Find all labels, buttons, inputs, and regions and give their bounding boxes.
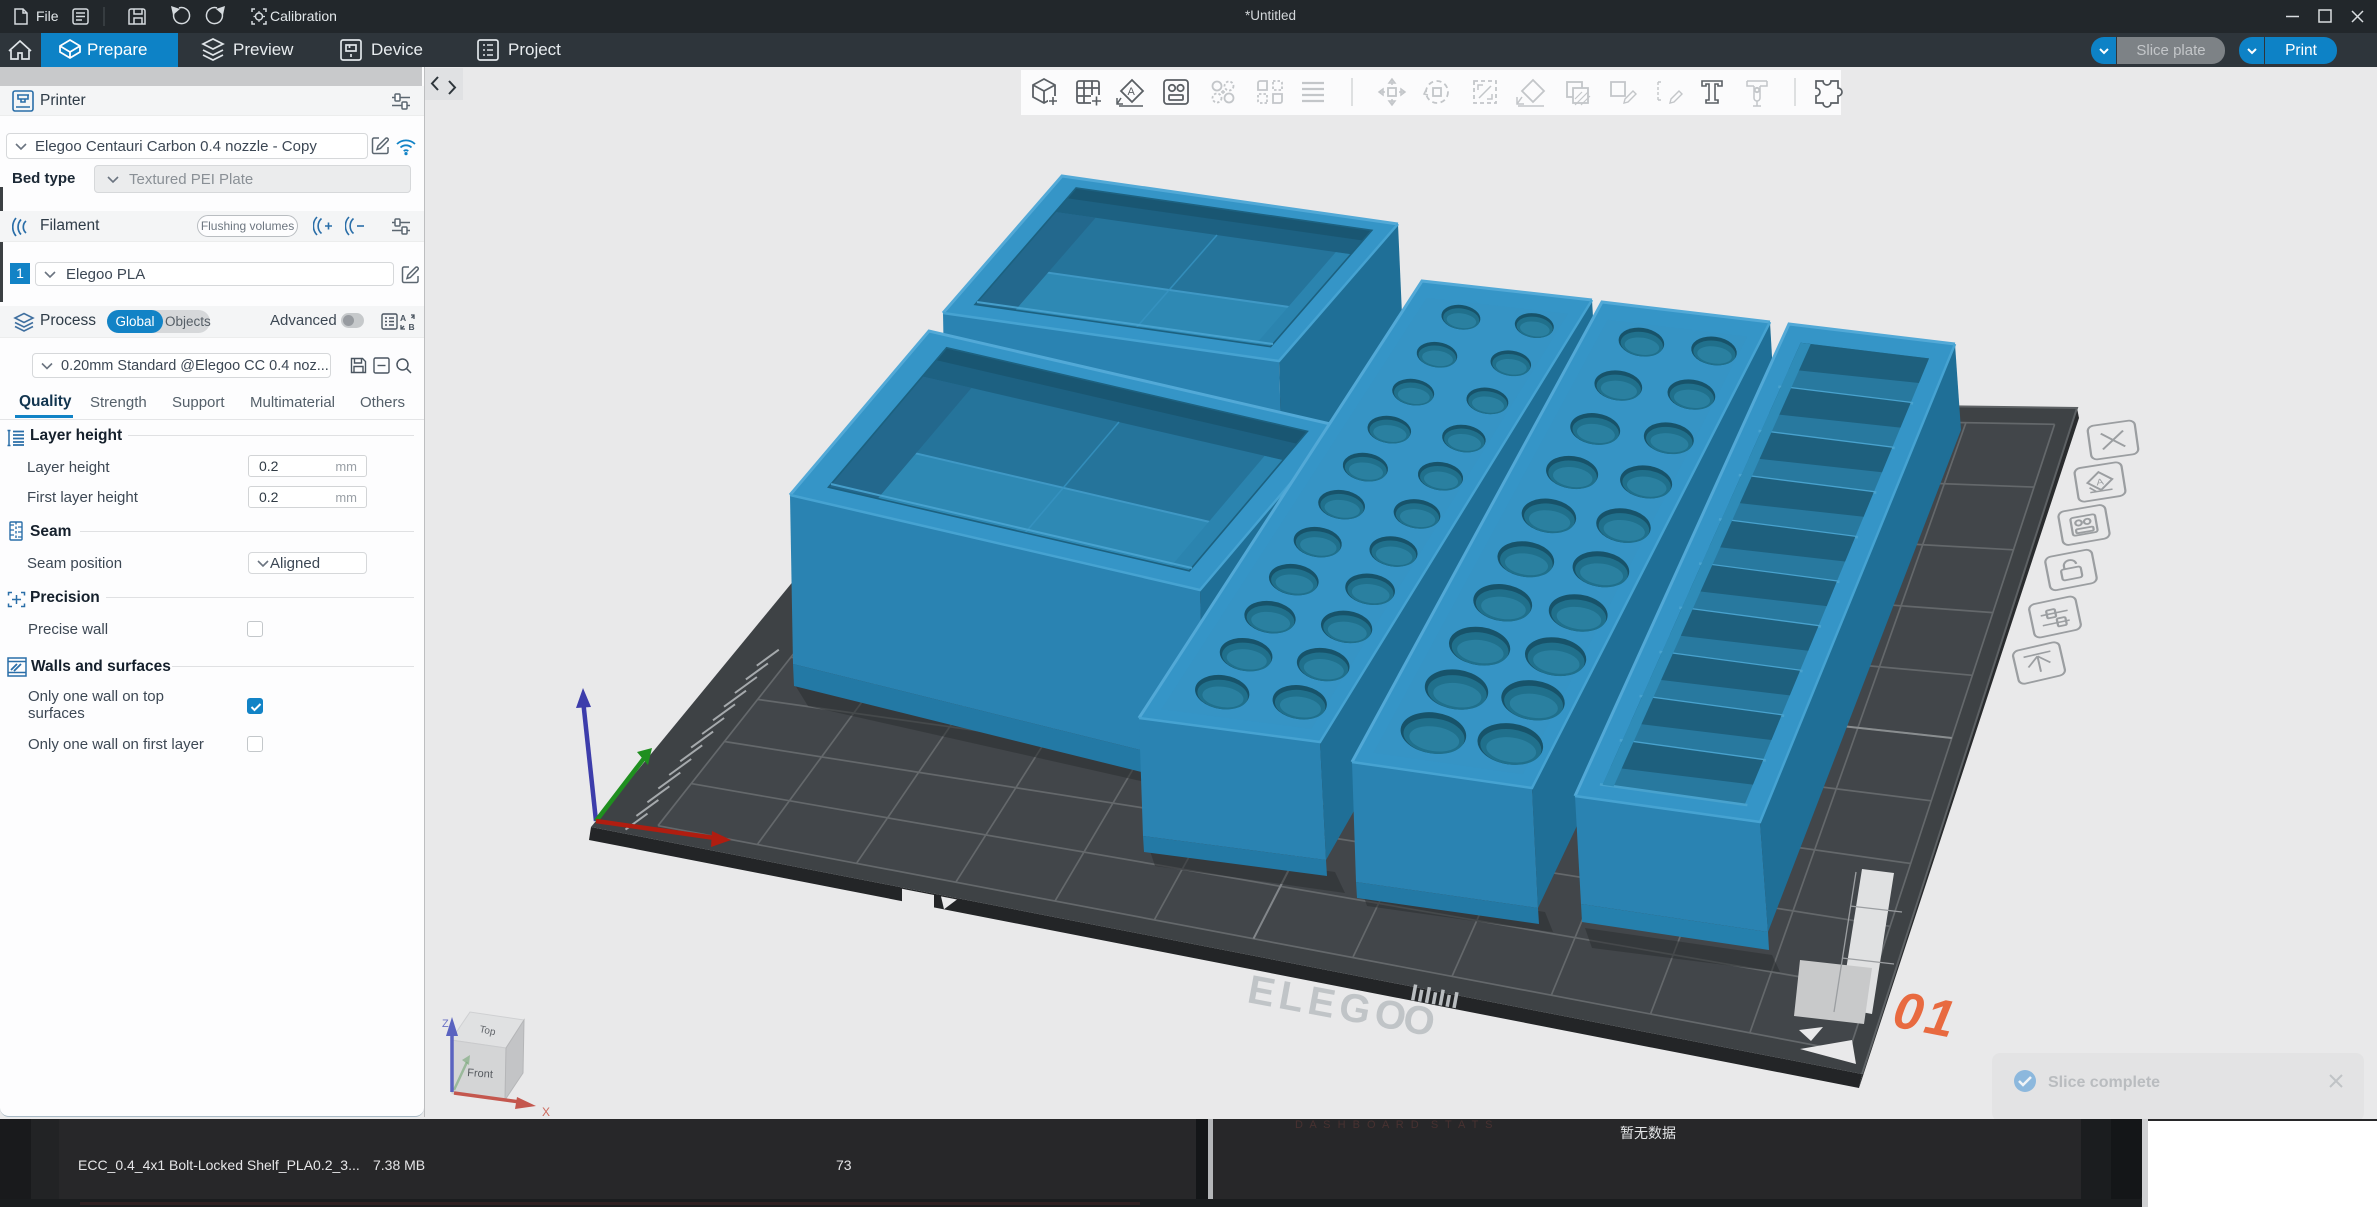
svg-text:01: 01 <box>1889 981 1963 1050</box>
svg-text:X: X <box>542 1105 550 1119</box>
svg-text:Z: Z <box>442 1018 449 1030</box>
svg-text:Front: Front <box>467 1067 493 1081</box>
svg-text:B: B <box>409 322 415 331</box>
svg-text:Slice complete: Slice complete <box>2048 1074 2160 1091</box>
svg-text:A: A <box>2096 477 2105 488</box>
svg-text:A: A <box>1128 86 1136 98</box>
svg-text:A: A <box>400 313 406 323</box>
